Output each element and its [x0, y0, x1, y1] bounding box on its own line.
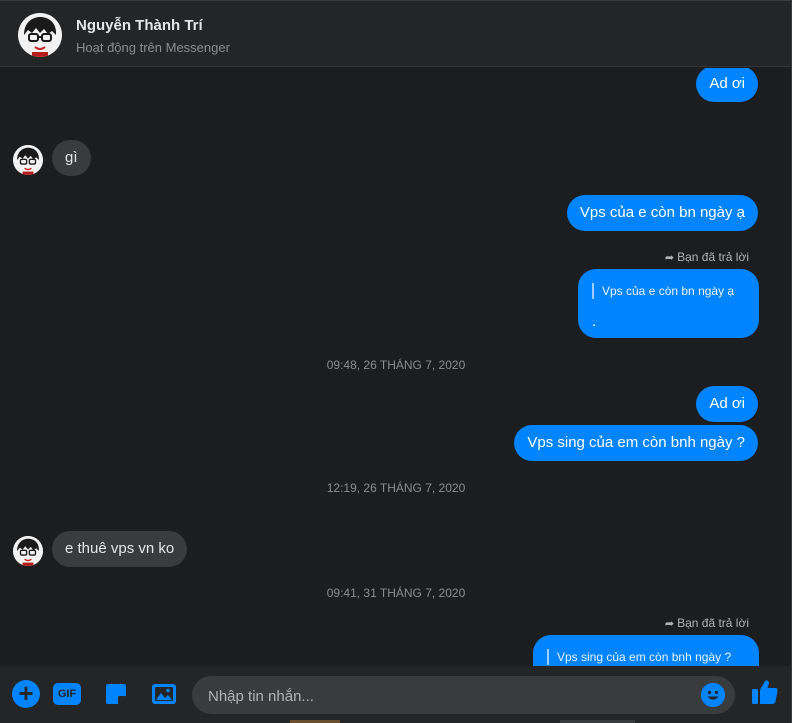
emoji-glyph — [701, 683, 725, 707]
reply-indicator: ➦ Bạn đã trả lời — [665, 250, 749, 264]
contact-name[interactable]: Nguyễn Thành Trí — [76, 17, 203, 34]
emoji-icon[interactable] — [701, 683, 725, 707]
avatar-icon — [18, 13, 62, 57]
avatar-icon — [13, 536, 43, 566]
timestamp: 09:48, 26 THÁNG 7, 2020 — [326, 358, 466, 372]
avatar[interactable] — [18, 13, 62, 57]
message-list[interactable]: Ad ơi gì Vps của e còn bn ngày ạ ➦ Bạn đã… — [0, 68, 791, 666]
reply-indicator-label: Bạn đã trả lời — [677, 616, 749, 630]
quoted-message: Vps sing của em còn bnh ngày ? — [547, 649, 731, 665]
avatar-icon — [13, 145, 43, 175]
quoted-message: Vps của e còn bn ngày ạ — [592, 283, 734, 299]
incoming-message[interactable]: gì — [52, 140, 91, 176]
sticker-glyph — [106, 684, 126, 704]
sticker-icon[interactable] — [102, 680, 130, 708]
gif-icon[interactable]: GIF — [53, 683, 81, 705]
contact-status: Hoạt động trên Messenger — [76, 40, 230, 55]
reply-indicator: ➦ Bạn đã trả lời — [665, 616, 749, 630]
reply-arrow-icon: ➦ — [664, 618, 675, 630]
outgoing-message[interactable]: Ad ơi — [696, 386, 758, 422]
contact-avatar[interactable] — [13, 145, 43, 175]
outgoing-message[interactable]: Ad ơi — [696, 68, 758, 102]
reply-indicator-label: Bạn đã trả lời — [677, 250, 749, 264]
message-input-box[interactable] — [192, 676, 735, 716]
reply-body: . — [592, 313, 597, 330]
thumbs-up-icon[interactable] — [750, 677, 780, 707]
message-composer: + GIF — [0, 666, 791, 723]
outgoing-message[interactable]: Vps sing của em còn bnh ngày ? — [514, 425, 758, 461]
message-input[interactable] — [206, 676, 690, 716]
reply-message[interactable]: Vps sing của em còn bnh ngày ? — [533, 635, 759, 666]
reply-arrow-icon: ➦ — [664, 252, 675, 264]
timestamp: 12:19, 26 THÁNG 7, 2020 — [326, 481, 466, 495]
chat-header: Nguyễn Thành Trí Hoạt động trên Messenge… — [0, 1, 791, 67]
reply-message[interactable]: Vps của e còn bn ngày ạ . — [578, 269, 759, 338]
contact-avatar[interactable] — [13, 536, 43, 566]
thumbs-up-glyph — [752, 680, 778, 704]
timestamp: 09:41, 31 THÁNG 7, 2020 — [326, 586, 466, 600]
image-glyph — [152, 684, 176, 704]
image-icon[interactable] — [150, 680, 178, 708]
outgoing-message[interactable]: Vps của e còn bn ngày ạ — [566, 195, 758, 231]
incoming-message[interactable]: e thuê vps vn ko — [52, 531, 188, 567]
plus-icon[interactable]: + — [12, 680, 40, 708]
